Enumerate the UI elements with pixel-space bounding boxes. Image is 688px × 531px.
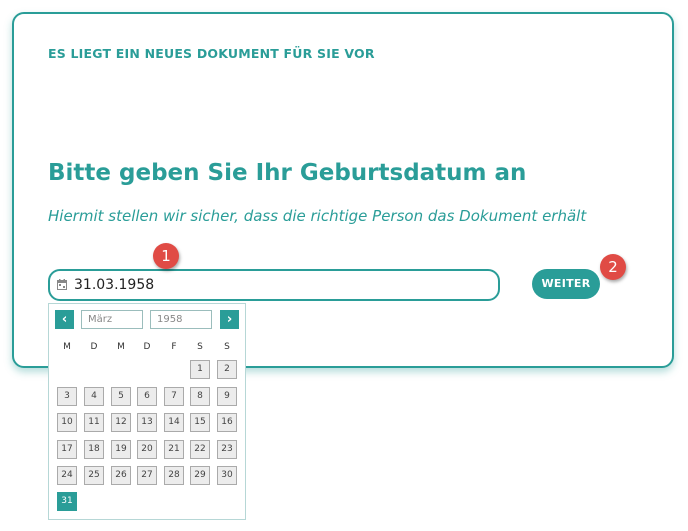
calendar-day[interactable]: 30 <box>217 466 237 485</box>
calendar-day[interactable]: 14 <box>164 413 184 432</box>
birthdate-input[interactable]: 31.03.1958 <box>48 269 500 301</box>
calendar-day[interactable]: 20 <box>137 440 157 459</box>
calendar-day[interactable]: 23 <box>217 440 237 459</box>
calendar-day[interactable]: 21 <box>164 440 184 459</box>
weekday-label: S <box>197 342 203 352</box>
weiter-button[interactable]: WEITER <box>532 269 600 299</box>
calendar-day[interactable]: 3 <box>57 387 77 406</box>
month-select[interactable]: März <box>81 310 143 329</box>
calendar-day[interactable]: 16 <box>217 413 237 432</box>
calendar-day[interactable]: 29 <box>190 466 210 485</box>
weekday-label: D <box>90 342 98 352</box>
calendar-day[interactable]: 18 <box>84 440 104 459</box>
calendar-day[interactable]: 24 <box>57 466 77 485</box>
calendar-day[interactable]: 8 <box>190 387 210 406</box>
calendar-day[interactable]: 1 <box>190 360 210 379</box>
calendar-day[interactable]: 19 <box>111 440 131 459</box>
document-notice: ES LIEGT EIN NEUES DOKUMENT FÜR SIE VOR <box>48 46 375 61</box>
step-marker-2: 2 <box>600 254 626 280</box>
datepicker-popup: ‹ März 1958 › M D M D F S S 1 2 3 4 5 6 … <box>48 303 246 520</box>
calendar-day[interactable]: 4 <box>84 387 104 406</box>
calendar-day[interactable]: 26 <box>111 466 131 485</box>
calendar-icon <box>57 279 67 290</box>
calendar-day[interactable]: 6 <box>137 387 157 406</box>
calendar-day[interactable]: 5 <box>111 387 131 406</box>
calendar-day[interactable]: 28 <box>164 466 184 485</box>
calendar-day[interactable]: 10 <box>57 413 77 432</box>
calendar-day[interactable]: 11 <box>84 413 104 432</box>
calendar-day[interactable]: 7 <box>164 387 184 406</box>
weekday-label: D <box>143 342 151 352</box>
year-select[interactable]: 1958 <box>150 310 212 329</box>
birthdate-value: 31.03.1958 <box>74 277 155 293</box>
calendar-day[interactable]: 9 <box>217 387 237 406</box>
calendar-day[interactable]: 12 <box>111 413 131 432</box>
calendar-day[interactable]: 15 <box>190 413 210 432</box>
weekday-label: F <box>171 342 177 352</box>
calendar-day[interactable]: 22 <box>190 440 210 459</box>
page-subtitle: Hiermit stellen wir sicher, dass die ric… <box>48 207 587 225</box>
prev-month-button[interactable]: ‹ <box>55 310 74 329</box>
page-title: Bitte geben Sie Ihr Geburtsdatum an <box>48 160 527 186</box>
weekday-label: M <box>63 342 71 352</box>
step-marker-1: 1 <box>153 243 179 269</box>
calendar-day[interactable]: 13 <box>137 413 157 432</box>
calendar-day[interactable]: 25 <box>84 466 104 485</box>
calendar-day[interactable]: 2 <box>217 360 237 379</box>
weekday-label: M <box>117 342 125 352</box>
next-month-button[interactable]: › <box>220 310 239 329</box>
calendar-day-selected[interactable]: 31 <box>57 492 77 511</box>
weekday-label: S <box>224 342 230 352</box>
calendar-day[interactable]: 17 <box>57 440 77 459</box>
calendar-day[interactable]: 27 <box>137 466 157 485</box>
